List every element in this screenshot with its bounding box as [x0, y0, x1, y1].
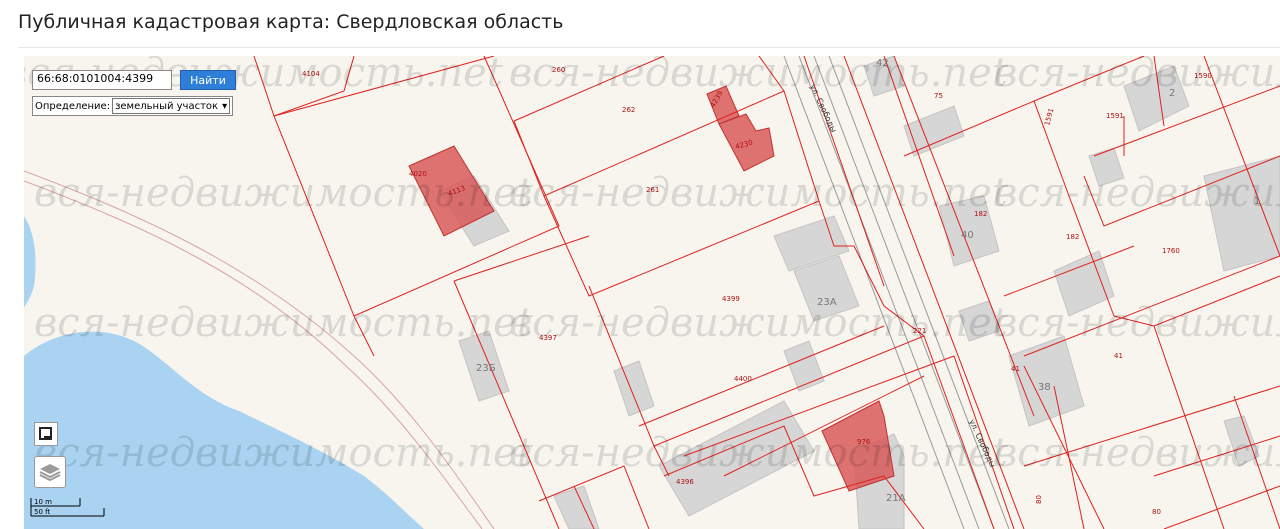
fullscreen-button[interactable]	[34, 422, 58, 446]
parcel-label: 262	[622, 106, 635, 114]
parcel-label: 1591	[1106, 112, 1124, 120]
watermark-text: вся-недвижимость.net	[509, 430, 1009, 476]
definition-selected: земельный участок	[115, 100, 219, 112]
parcel-label: 4396	[676, 478, 694, 486]
building-label: 38	[1038, 382, 1051, 393]
parcel-label: 41	[1114, 352, 1123, 360]
parcel-label: 1760	[1162, 247, 1180, 255]
title-divider	[18, 47, 1280, 48]
layers-icon	[39, 464, 61, 482]
cadastral-number-input[interactable]: 66:68:0101004:4399	[32, 70, 172, 90]
watermark-text: вся-недвижимость.net	[509, 170, 1009, 216]
parcel-label: 4400	[734, 375, 752, 383]
parcel-label: 80	[1152, 508, 1161, 516]
parcel-label: 41	[1011, 365, 1020, 373]
definition-row: Определение: земельный участок ▾	[32, 96, 234, 116]
watermark-text: вся-недвижимость.net	[34, 300, 534, 346]
watermark-text: вся-недвижимость.net	[994, 56, 1280, 96]
chevron-down-icon: ▾	[222, 100, 228, 112]
watermark-text: вся-недвижимость.net	[994, 300, 1280, 346]
scale-imperial: 50 ft	[34, 508, 50, 516]
find-button[interactable]: Найти	[180, 70, 236, 90]
scale-bar-graphic: 10 m 50 ft	[30, 498, 105, 517]
parcel-label: 182	[1066, 233, 1079, 241]
watermark-text: вся-недвижимость.net	[994, 430, 1280, 476]
definition-select[interactable]: земельный участок ▾	[112, 98, 231, 114]
definition-label: Определение:	[35, 100, 111, 112]
watermark-text: вся-недвижимость.net	[34, 170, 534, 216]
parcel-label: 1591	[1043, 107, 1055, 126]
watermark-text: вся-недвижимость.net	[994, 170, 1280, 216]
watermark-text: вся-недвижимость.net	[509, 56, 1009, 96]
map-canvas[interactable]: 4104 260 262 4239 4230 4020 4113 261 439…	[24, 56, 1280, 529]
fullscreen-icon	[39, 427, 52, 440]
cadastral-map[interactable]: 4104 260 262 4239 4230 4020 4113 261 439…	[24, 56, 1280, 529]
building-label: 21А	[886, 493, 906, 504]
watermark-text: вся-недвижимость.net	[509, 300, 1009, 346]
parcel-label: 80	[1035, 495, 1043, 504]
water-body-small	[24, 216, 36, 308]
layers-button[interactable]	[34, 456, 66, 488]
building	[783, 340, 825, 392]
building	[903, 105, 965, 157]
building	[613, 360, 655, 417]
building-label: 40	[961, 230, 974, 241]
page-title: Публичная кадастровая карта: Свердловска…	[18, 11, 564, 33]
watermark-text: вся-недвижимость.net	[34, 430, 534, 476]
scale-metric: 10 m	[34, 498, 52, 506]
building-label: 23Б	[476, 363, 496, 374]
